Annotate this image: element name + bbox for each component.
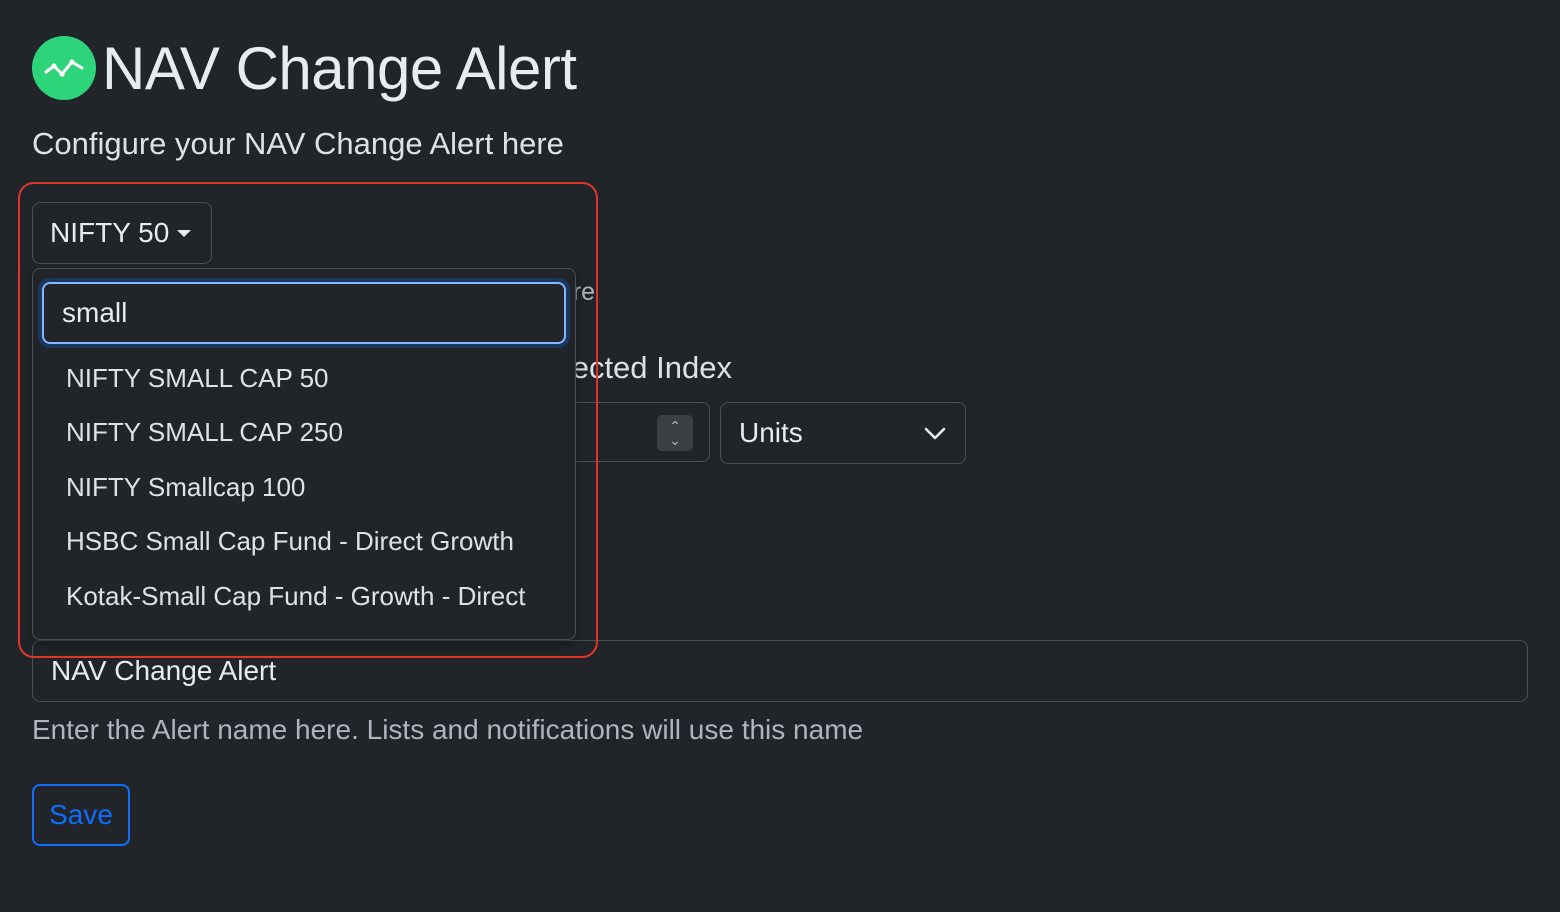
chevron-up-icon[interactable]: ⌃ bbox=[669, 419, 681, 433]
index-dropdown-value: NIFTY 50 bbox=[50, 217, 170, 248]
stepper-icon[interactable]: ⌃ ⌄ bbox=[657, 415, 693, 451]
alert-name-field[interactable] bbox=[32, 640, 1528, 702]
index-dropdown-toggle[interactable]: NIFTY 50 bbox=[32, 202, 212, 264]
dropdown-item[interactable]: NIFTY SMALL CAP 50 bbox=[66, 363, 329, 394]
index-search-input[interactable] bbox=[42, 282, 566, 344]
alert-name-help: Enter the Alert name here. Lists and not… bbox=[32, 714, 864, 745]
page-subtitle: Configure your NAV Change Alert here bbox=[32, 126, 564, 161]
chevron-down-icon bbox=[924, 427, 946, 440]
trend-chart-icon bbox=[32, 36, 96, 100]
dropdown-item[interactable]: HSBC Small Cap Fund - Direct Growth bbox=[66, 526, 514, 557]
caret-down-icon bbox=[177, 229, 192, 237]
dropdown-item[interactable]: Kotak-Small Cap Fund - Growth - Direct bbox=[66, 581, 525, 612]
save-button[interactable]: Save bbox=[32, 784, 130, 846]
dropdown-item[interactable]: NIFTY SMALL CAP 250 bbox=[66, 417, 343, 448]
unit-select-value: Units bbox=[739, 417, 803, 448]
page-header: NAV Change Alert bbox=[32, 32, 577, 104]
unit-select[interactable]: Units bbox=[720, 402, 966, 464]
dropdown-item[interactable]: NIFTY Smallcap 100 bbox=[66, 472, 305, 503]
chevron-down-icon[interactable]: ⌄ bbox=[669, 433, 681, 447]
index-dropdown-menu: NIFTY SMALL CAP 50 NIFTY SMALL CAP 250 N… bbox=[32, 268, 576, 640]
page-title: NAV Change Alert bbox=[102, 34, 577, 102]
